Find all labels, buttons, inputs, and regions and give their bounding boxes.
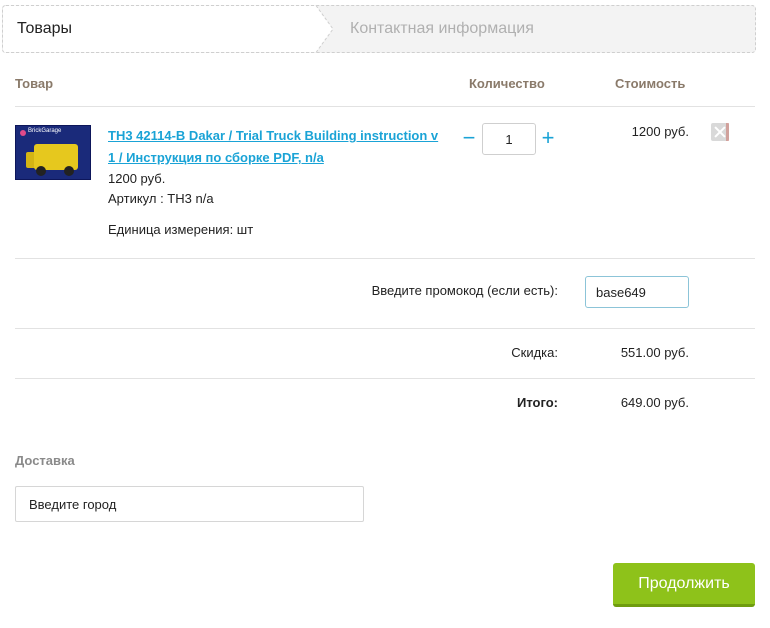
product-unit-price: 1200 руб. [108,171,166,186]
column-header-quantity: Количество [469,76,545,91]
remove-accent [726,123,729,141]
discount-value: 551.00 руб. [620,345,689,360]
checkout-steps: Товары Контактная информация [2,5,756,53]
product-name-link[interactable]: TH3 42114-B Dakar / Trial Truck Building… [108,125,440,169]
promo-code-input[interactable] [585,276,689,308]
brand-logo-icon [20,130,26,136]
total-value: 649.00 руб. [620,395,689,410]
city-input[interactable] [15,486,364,522]
quantity-decrease-button[interactable]: − [459,126,479,150]
product-measure-unit: Единица измерения: шт [108,222,254,237]
column-header-cost: Стоимость [615,76,686,91]
quantity-input[interactable] [482,123,536,155]
product-row-cost: 1200 руб. [631,124,689,139]
promo-code-label: Введите промокод (если есть): [371,283,558,298]
step-contact-info-label[interactable]: Контактная информация [350,20,534,38]
divider [15,328,755,329]
wheel-shape [36,166,46,176]
divider [15,258,755,259]
delivery-section-title: Доставка [15,453,75,468]
divider [15,106,755,107]
continue-button[interactable]: Продолжить [613,563,755,607]
divider [15,378,755,379]
column-header-product: Товар [15,76,54,91]
discount-label: Скидка: [511,345,558,360]
total-label: Итого: [517,395,558,410]
product-thumbnail[interactable]: BrickGarage [15,125,91,180]
quantity-increase-button[interactable]: + [538,126,558,150]
remove-item-icon[interactable] [711,123,729,141]
wheel-shape [64,166,74,176]
step-products[interactable]: Товары [2,5,334,53]
product-sku: Артикул : TH3 n/a [108,191,214,206]
thumbnail-brand-text: BrickGarage [28,128,62,134]
step-products-label: Товары [17,20,73,37]
